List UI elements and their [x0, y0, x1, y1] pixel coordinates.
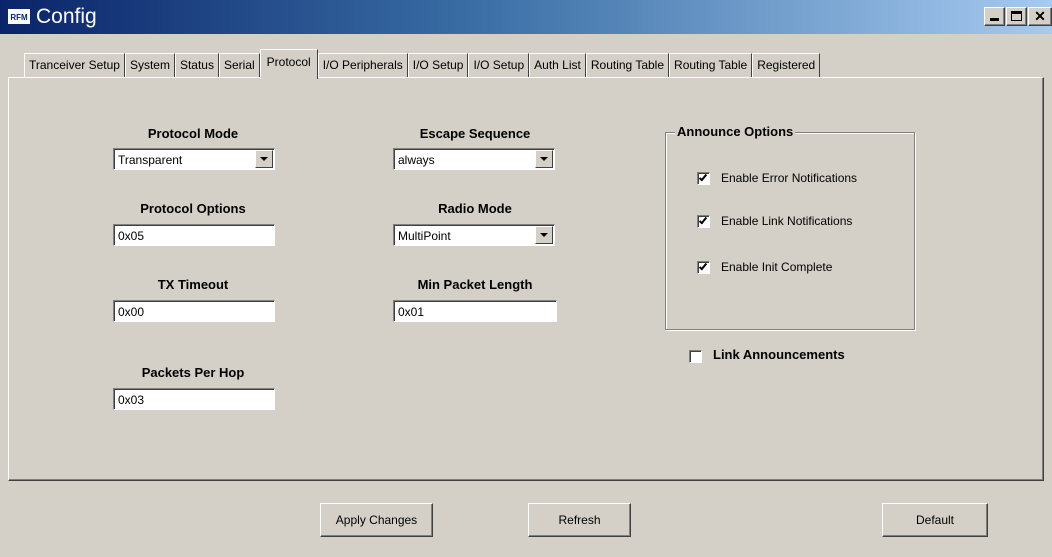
default-button[interactable]: Default: [882, 503, 988, 537]
tab-io-setup-2[interactable]: I/O Setup: [468, 53, 530, 78]
tab-system[interactable]: System: [124, 53, 175, 78]
announce-options-title: Announce Options: [675, 124, 796, 139]
tab-io-peripherals[interactable]: I/O Peripherals: [317, 53, 408, 78]
tab-tranceiver-setup[interactable]: Tranceiver Setup: [24, 53, 125, 78]
chevron-down-icon[interactable]: [535, 150, 553, 168]
link-notifications-label: Enable Link Notifications: [721, 214, 853, 228]
checkmark-icon: [698, 172, 708, 182]
checkmark-icon: [698, 215, 708, 225]
refresh-button[interactable]: Refresh: [528, 503, 631, 537]
link-notifications-checkbox[interactable]: [697, 215, 710, 228]
radio-mode-select[interactable]: MultiPoint: [393, 224, 555, 246]
protocol-options-value: 0x05: [118, 229, 145, 243]
close-icon: ✕: [1034, 8, 1046, 24]
maximize-icon: [1011, 11, 1022, 21]
error-notifications-checkbox[interactable]: [697, 172, 710, 185]
escape-sequence-label: Escape Sequence: [419, 126, 531, 141]
min-packet-length-field[interactable]: 0x01: [393, 300, 557, 322]
chevron-down-icon[interactable]: [535, 226, 553, 244]
checkmark-icon: [698, 261, 708, 271]
apply-changes-button[interactable]: Apply Changes: [320, 503, 433, 537]
tab-io-setup[interactable]: I/O Setup: [407, 53, 469, 78]
min-packet-length-label: Min Packet Length: [417, 277, 533, 292]
chevron-down-icon[interactable]: [255, 150, 273, 168]
protocol-options-label: Protocol Options: [140, 201, 246, 216]
tab-serial[interactable]: Serial: [218, 53, 260, 78]
window-title: Config: [36, 5, 97, 28]
tab-routing-table-2[interactable]: Routing Table: [669, 53, 753, 78]
close-button[interactable]: ✕: [1028, 7, 1052, 26]
title-bar: RFM Config ✕: [0, 0, 1052, 34]
tab-strip: Tranceiver Setup System Status Serial Protoc…: [24, 49, 821, 79]
tab-registered[interactable]: Registered: [752, 53, 821, 78]
link-announcements-label: Link Announcements: [713, 347, 845, 362]
protocol-mode-value: Transparent: [118, 153, 183, 167]
min-packet-length-value: 0x01: [398, 305, 425, 319]
init-complete-label: Enable Init Complete: [721, 260, 833, 274]
packets-per-hop-label: Packets Per Hop: [141, 365, 245, 380]
tab-auth-list[interactable]: Auth List: [529, 53, 586, 78]
app-icon: RFM: [8, 9, 30, 24]
error-notifications-label: Enable Error Notifications: [721, 171, 858, 185]
tx-timeout-field[interactable]: 0x00: [113, 300, 275, 322]
maximize-button[interactable]: [1006, 7, 1027, 26]
radio-mode-label: Radio Mode: [438, 201, 512, 216]
protocol-options-field[interactable]: 0x05: [113, 224, 275, 246]
tab-protocol[interactable]: Protocol: [259, 49, 318, 79]
tx-timeout-value: 0x00: [118, 305, 145, 319]
init-complete-checkbox[interactable]: [697, 261, 710, 274]
protocol-mode-label: Protocol Mode: [147, 126, 239, 141]
minimize-icon: [990, 18, 999, 21]
tab-status[interactable]: Status: [174, 53, 219, 78]
protocol-mode-select[interactable]: Transparent: [113, 148, 275, 170]
radio-mode-value: MultiPoint: [398, 229, 451, 243]
announce-options-group: [665, 132, 915, 330]
link-announcements-checkbox[interactable]: [689, 350, 702, 363]
packets-per-hop-field[interactable]: 0x03: [113, 388, 275, 410]
packets-per-hop-value: 0x03: [118, 393, 145, 407]
tab-routing-table[interactable]: Routing Table: [585, 53, 670, 78]
escape-sequence-value: always: [398, 153, 435, 167]
minimize-button[interactable]: [984, 7, 1005, 26]
escape-sequence-select[interactable]: always: [393, 148, 555, 170]
tx-timeout-label: TX Timeout: [157, 277, 229, 292]
